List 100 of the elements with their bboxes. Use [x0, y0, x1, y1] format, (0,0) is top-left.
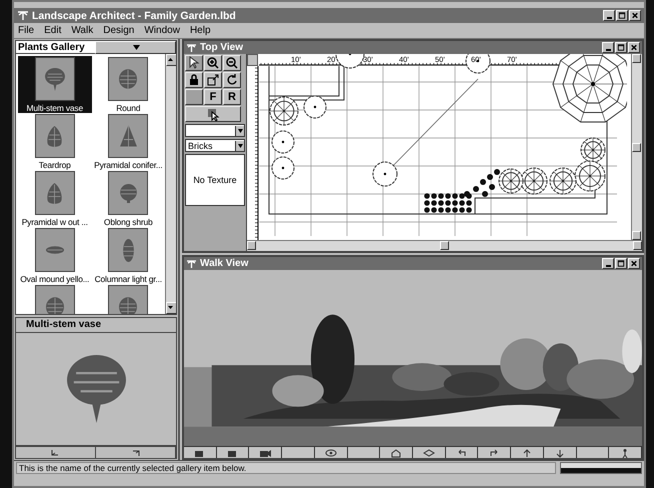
dropdown-arrow-icon — [133, 44, 140, 50]
tool-button[interactable] — [185, 89, 203, 105]
arrow-icon — [187, 56, 201, 70]
zoom-in-button[interactable] — [204, 55, 222, 71]
gallery-item[interactable]: Columnar light gr... — [92, 227, 165, 284]
diamond-icon — [422, 448, 436, 458]
walk-tool-button[interactable] — [216, 447, 250, 458]
camera-icon — [258, 448, 272, 458]
tool-button[interactable]: F — [204, 89, 222, 105]
pointer-icon — [206, 107, 220, 121]
app-icon — [17, 10, 29, 21]
walk-tool-button[interactable] — [478, 447, 512, 458]
close-button[interactable] — [628, 258, 640, 269]
plant-icon — [44, 68, 65, 90]
eye-icon — [324, 448, 338, 458]
rotate-right-icon — [130, 448, 141, 458]
walk-tool-button[interactable] — [348, 447, 380, 458]
plant-icon — [46, 297, 64, 314]
zoom-out-button[interactable] — [223, 55, 241, 71]
maximize-button[interactable] — [615, 42, 627, 53]
minimize-icon — [606, 265, 610, 267]
dropdown-arrow-icon — [238, 144, 242, 148]
walk-tool-button[interactable] — [314, 447, 348, 458]
plant-icon — [46, 182, 64, 204]
scrollbar[interactable] — [165, 54, 176, 314]
close-icon — [629, 42, 639, 53]
maximize-button[interactable] — [616, 10, 628, 21]
texture-swatch[interactable]: No Texture — [185, 154, 245, 206]
minimize-button[interactable] — [603, 10, 615, 21]
zoom-in-icon — [206, 56, 220, 70]
maximize-icon — [616, 258, 626, 269]
walk-tool-button[interactable] — [544, 447, 577, 458]
scroll-arrow-icon — [167, 304, 175, 311]
tool-button[interactable]: R — [223, 89, 241, 105]
scroll-arrow-icon — [167, 56, 175, 63]
resize-button[interactable] — [204, 72, 222, 88]
app-icon — [186, 42, 197, 52]
gallery-item[interactable]: Pyramidal w out ... — [18, 170, 92, 227]
walk-tool-button[interactable] — [282, 447, 315, 458]
walk-tool-button[interactable] — [511, 447, 544, 458]
pointer-button[interactable] — [185, 106, 241, 122]
menu-item[interactable]: Help — [190, 25, 211, 36]
gallery-dropdown[interactable]: Plants Gallery — [15, 40, 177, 54]
menu-item[interactable]: Window — [144, 25, 180, 36]
close-icon — [629, 258, 639, 269]
menu-item[interactable]: File — [18, 25, 34, 36]
rotate-button[interactable] — [223, 72, 241, 88]
maximize-icon — [616, 42, 626, 53]
maximize-icon — [617, 10, 627, 21]
preview-label: Multi-stem vase — [15, 317, 177, 333]
plant-icon — [120, 124, 137, 148]
window-title: Walk View — [200, 258, 250, 269]
gallery-item[interactable]: Oblong shrub — [92, 170, 165, 227]
menu-item[interactable]: Walk — [71, 25, 94, 36]
walk-tool-button[interactable] — [249, 447, 282, 458]
lock-button[interactable] — [185, 72, 203, 88]
window-title: Top View — [200, 42, 244, 53]
close-button[interactable] — [629, 10, 641, 21]
minimize-button[interactable] — [602, 42, 614, 53]
material-dropdown[interactable]: Bricks — [185, 139, 245, 152]
maximize-button[interactable] — [615, 258, 627, 269]
plant-icon — [119, 297, 138, 314]
minimize-icon — [606, 17, 612, 19]
gallery-item[interactable]: Pyramidal conifer... — [92, 113, 165, 170]
window-title: Landscape Architect - Family Garden.lbd — [32, 10, 237, 22]
walk-tool-button[interactable] — [380, 447, 414, 458]
menu-item[interactable]: Edit — [44, 25, 62, 36]
walk-tool-button[interactable] — [446, 447, 478, 458]
menu-item[interactable]: Design — [103, 25, 134, 36]
plant-icon — [46, 126, 64, 146]
close-button[interactable] — [628, 42, 640, 53]
status-text: This is the name of the currently selected gallery item below. — [16, 462, 556, 474]
minimize-button[interactable] — [602, 258, 614, 269]
rotate-left-icon — [50, 448, 61, 458]
plant-icon — [119, 69, 138, 89]
app-icon — [186, 258, 197, 268]
walk-tool-button[interactable] — [184, 447, 217, 458]
close-icon — [630, 10, 640, 21]
walk-tool-button[interactable] — [413, 447, 446, 458]
plant-icon — [46, 246, 64, 254]
walk-tool-button[interactable] — [609, 447, 642, 458]
plant-icon — [120, 184, 137, 202]
gallery-item[interactable]: Round — [92, 56, 165, 113]
layer-dropdown[interactable] — [185, 124, 245, 137]
zoom-out-icon — [225, 56, 239, 70]
plant-preview-drawing — [66, 355, 126, 424]
house-icon — [389, 448, 404, 458]
gallery-item[interactable]: Oval mound yello... — [18, 227, 92, 284]
select-tool-button[interactable] — [185, 55, 203, 71]
scrollbar[interactable] — [247, 240, 642, 251]
rotate-icon — [225, 73, 239, 87]
resize-icon — [206, 73, 220, 87]
minimize-icon — [606, 49, 610, 51]
plant-icon — [122, 238, 134, 262]
walk-tool-button[interactable] — [576, 447, 610, 458]
gallery-item[interactable]: Teardrop — [18, 113, 92, 170]
gallery-item[interactable]: Multi-stem vase — [18, 56, 92, 113]
scrollbar[interactable] — [631, 54, 642, 240]
dropdown-arrow-icon — [238, 128, 242, 132]
ruler-corner — [247, 54, 258, 66]
